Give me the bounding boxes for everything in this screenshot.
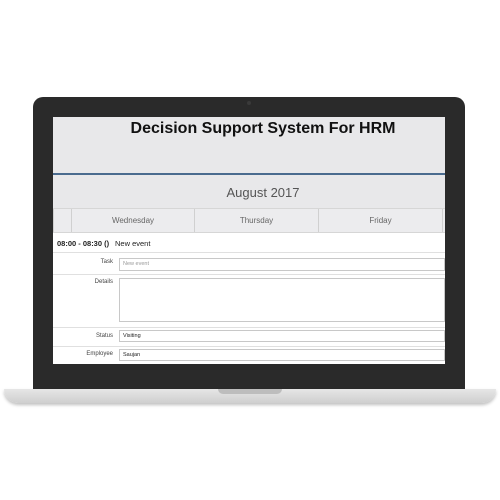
- day-header-thursday[interactable]: Thursday: [194, 209, 318, 232]
- status-row: Status Visiting: [53, 329, 445, 345]
- status-select[interactable]: Visiting: [119, 330, 445, 342]
- laptop-notch: [218, 389, 282, 394]
- divider: [53, 327, 445, 328]
- event-name: New event: [115, 239, 151, 248]
- task-input[interactable]: New event: [119, 258, 445, 271]
- employee-label: Employee: [86, 351, 113, 357]
- day-header-friday[interactable]: Friday: [318, 209, 442, 232]
- app-header: Decision Support System For HRM: [53, 117, 445, 175]
- day-header-wednesday[interactable]: Wednesday: [71, 209, 194, 232]
- day-column-edge: [53, 209, 71, 232]
- divider: [53, 346, 445, 347]
- week-days-row: Wednesday Thursday Friday: [53, 208, 445, 233]
- laptop-lid: Decision Support System For HRM August 2…: [33, 97, 465, 389]
- laptop-base: [4, 389, 496, 403]
- app-title: Decision Support System For HRM: [130, 120, 396, 137]
- details-row: Details: [53, 275, 445, 325]
- event-time: 08:00 - 08:30 (): [57, 239, 110, 248]
- month-label: August 2017: [226, 185, 300, 200]
- status-label: Status: [95, 333, 113, 339]
- day-column-edge-right: [442, 209, 445, 232]
- employee-select[interactable]: Saujan: [119, 349, 445, 361]
- employee-row: Employee Saujan: [53, 348, 445, 364]
- details-textarea[interactable]: [119, 278, 445, 322]
- details-label: Details: [94, 279, 113, 285]
- month-bar: August 2017: [53, 175, 445, 208]
- camera-icon: [247, 101, 251, 105]
- laptop-screen: Decision Support System For HRM August 2…: [53, 117, 445, 364]
- event-summary[interactable]: 08:00 - 08:30 () New event: [53, 235, 445, 251]
- task-placeholder: New event: [123, 261, 149, 267]
- divider: [53, 252, 445, 253]
- task-row: Task New event: [53, 255, 445, 273]
- task-label: Task: [100, 259, 113, 265]
